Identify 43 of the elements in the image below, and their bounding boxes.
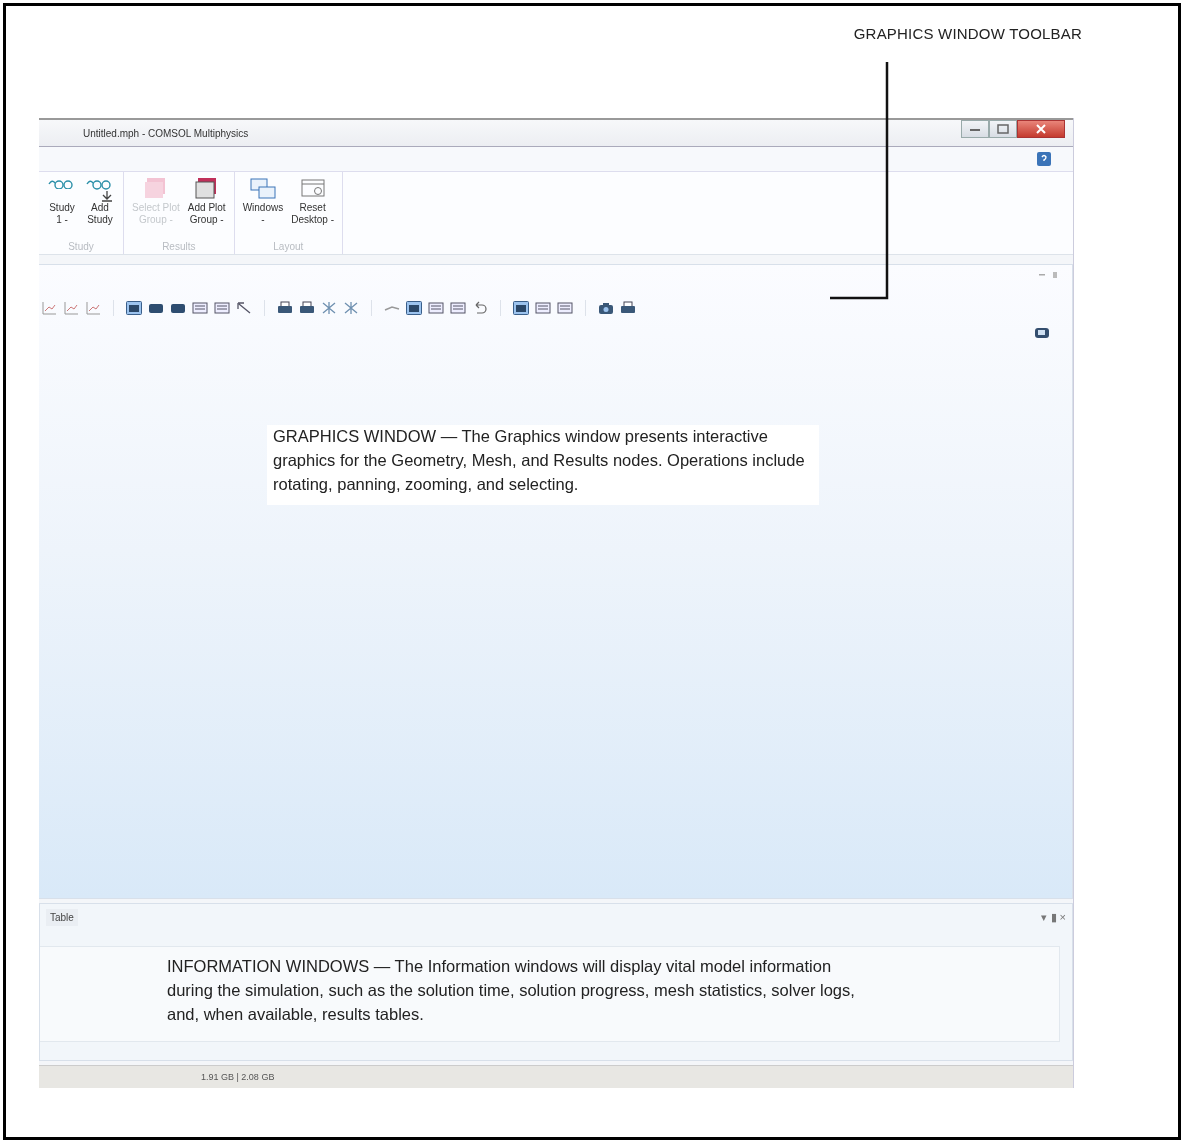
table-tab[interactable]: Table	[46, 908, 78, 926]
axes-icon[interactable]	[41, 301, 57, 315]
grid-icon[interactable]	[343, 301, 359, 315]
help-icon[interactable]	[1037, 152, 1051, 166]
printer-icon[interactable]	[277, 301, 293, 315]
axes-icon[interactable]	[85, 301, 101, 315]
window-title: Untitled.mph - COMSOL Multiphysics	[83, 127, 249, 139]
callout-label: GRAPHICS WINDOW TOOLBAR	[853, 25, 1082, 43]
ribbon-button[interactable]: Windows -	[240, 176, 286, 241]
scene-light-icon[interactable]	[1034, 327, 1050, 339]
windows-icon	[247, 176, 278, 202]
close-button[interactable]	[1017, 120, 1065, 138]
window-icon[interactable]	[535, 301, 551, 315]
ribbon-button[interactable]: Add Plot Group -	[185, 176, 228, 241]
printer-icon[interactable]	[620, 301, 636, 315]
panel-icon[interactable]	[170, 301, 186, 315]
minimize-button[interactable]	[961, 120, 989, 138]
graphics-window-description: GRAPHICS WINDOW — The Graphics window presents interactive graphics for the Geometry, Mesh, and Results nodes. Operations include rotating, panning, zooming, and selecting.	[267, 425, 819, 505]
window-icon[interactable]	[428, 301, 444, 315]
panel-icon[interactable]	[406, 301, 422, 315]
window-icon[interactable]	[214, 301, 230, 315]
window-icon[interactable]	[450, 301, 466, 315]
ribbon-button[interactable]: Add Study	[83, 176, 117, 241]
panel-icon[interactable]	[513, 301, 529, 315]
printer-icon[interactable]	[299, 301, 315, 315]
maximize-button[interactable]	[989, 120, 1017, 138]
close-icon	[1035, 124, 1047, 134]
ribbon-group-label: Results	[162, 241, 196, 252]
grid-icon[interactable]	[321, 301, 337, 315]
axes-icon[interactable]	[63, 301, 79, 315]
ribbon-button[interactable]: Study 1 -	[45, 176, 79, 241]
camera-icon[interactable]	[598, 301, 614, 315]
information-windows-description: INFORMATION WINDOWS — The Information windows will display vital model information during the simulation, such as the solution time, solution progress, mesh statistics, solver logs, and, when available, results tables.	[167, 956, 856, 1025]
panel-icon[interactable]	[148, 301, 164, 315]
panel-icon[interactable]	[126, 301, 142, 315]
ribbon-group-label: Study	[68, 241, 94, 252]
ribbon-group-label: Layout	[273, 241, 304, 252]
window-icon[interactable]	[192, 301, 208, 315]
window-icon[interactable]	[557, 301, 573, 315]
memory-usage: 1.91 GB | 2.08 GB	[201, 1072, 275, 1082]
panel-controls[interactable]: ▾ ▮ ×	[1041, 910, 1066, 924]
ribbon-button[interactable]: Reset Desktop -	[289, 176, 336, 241]
maximize-icon	[997, 124, 1009, 134]
